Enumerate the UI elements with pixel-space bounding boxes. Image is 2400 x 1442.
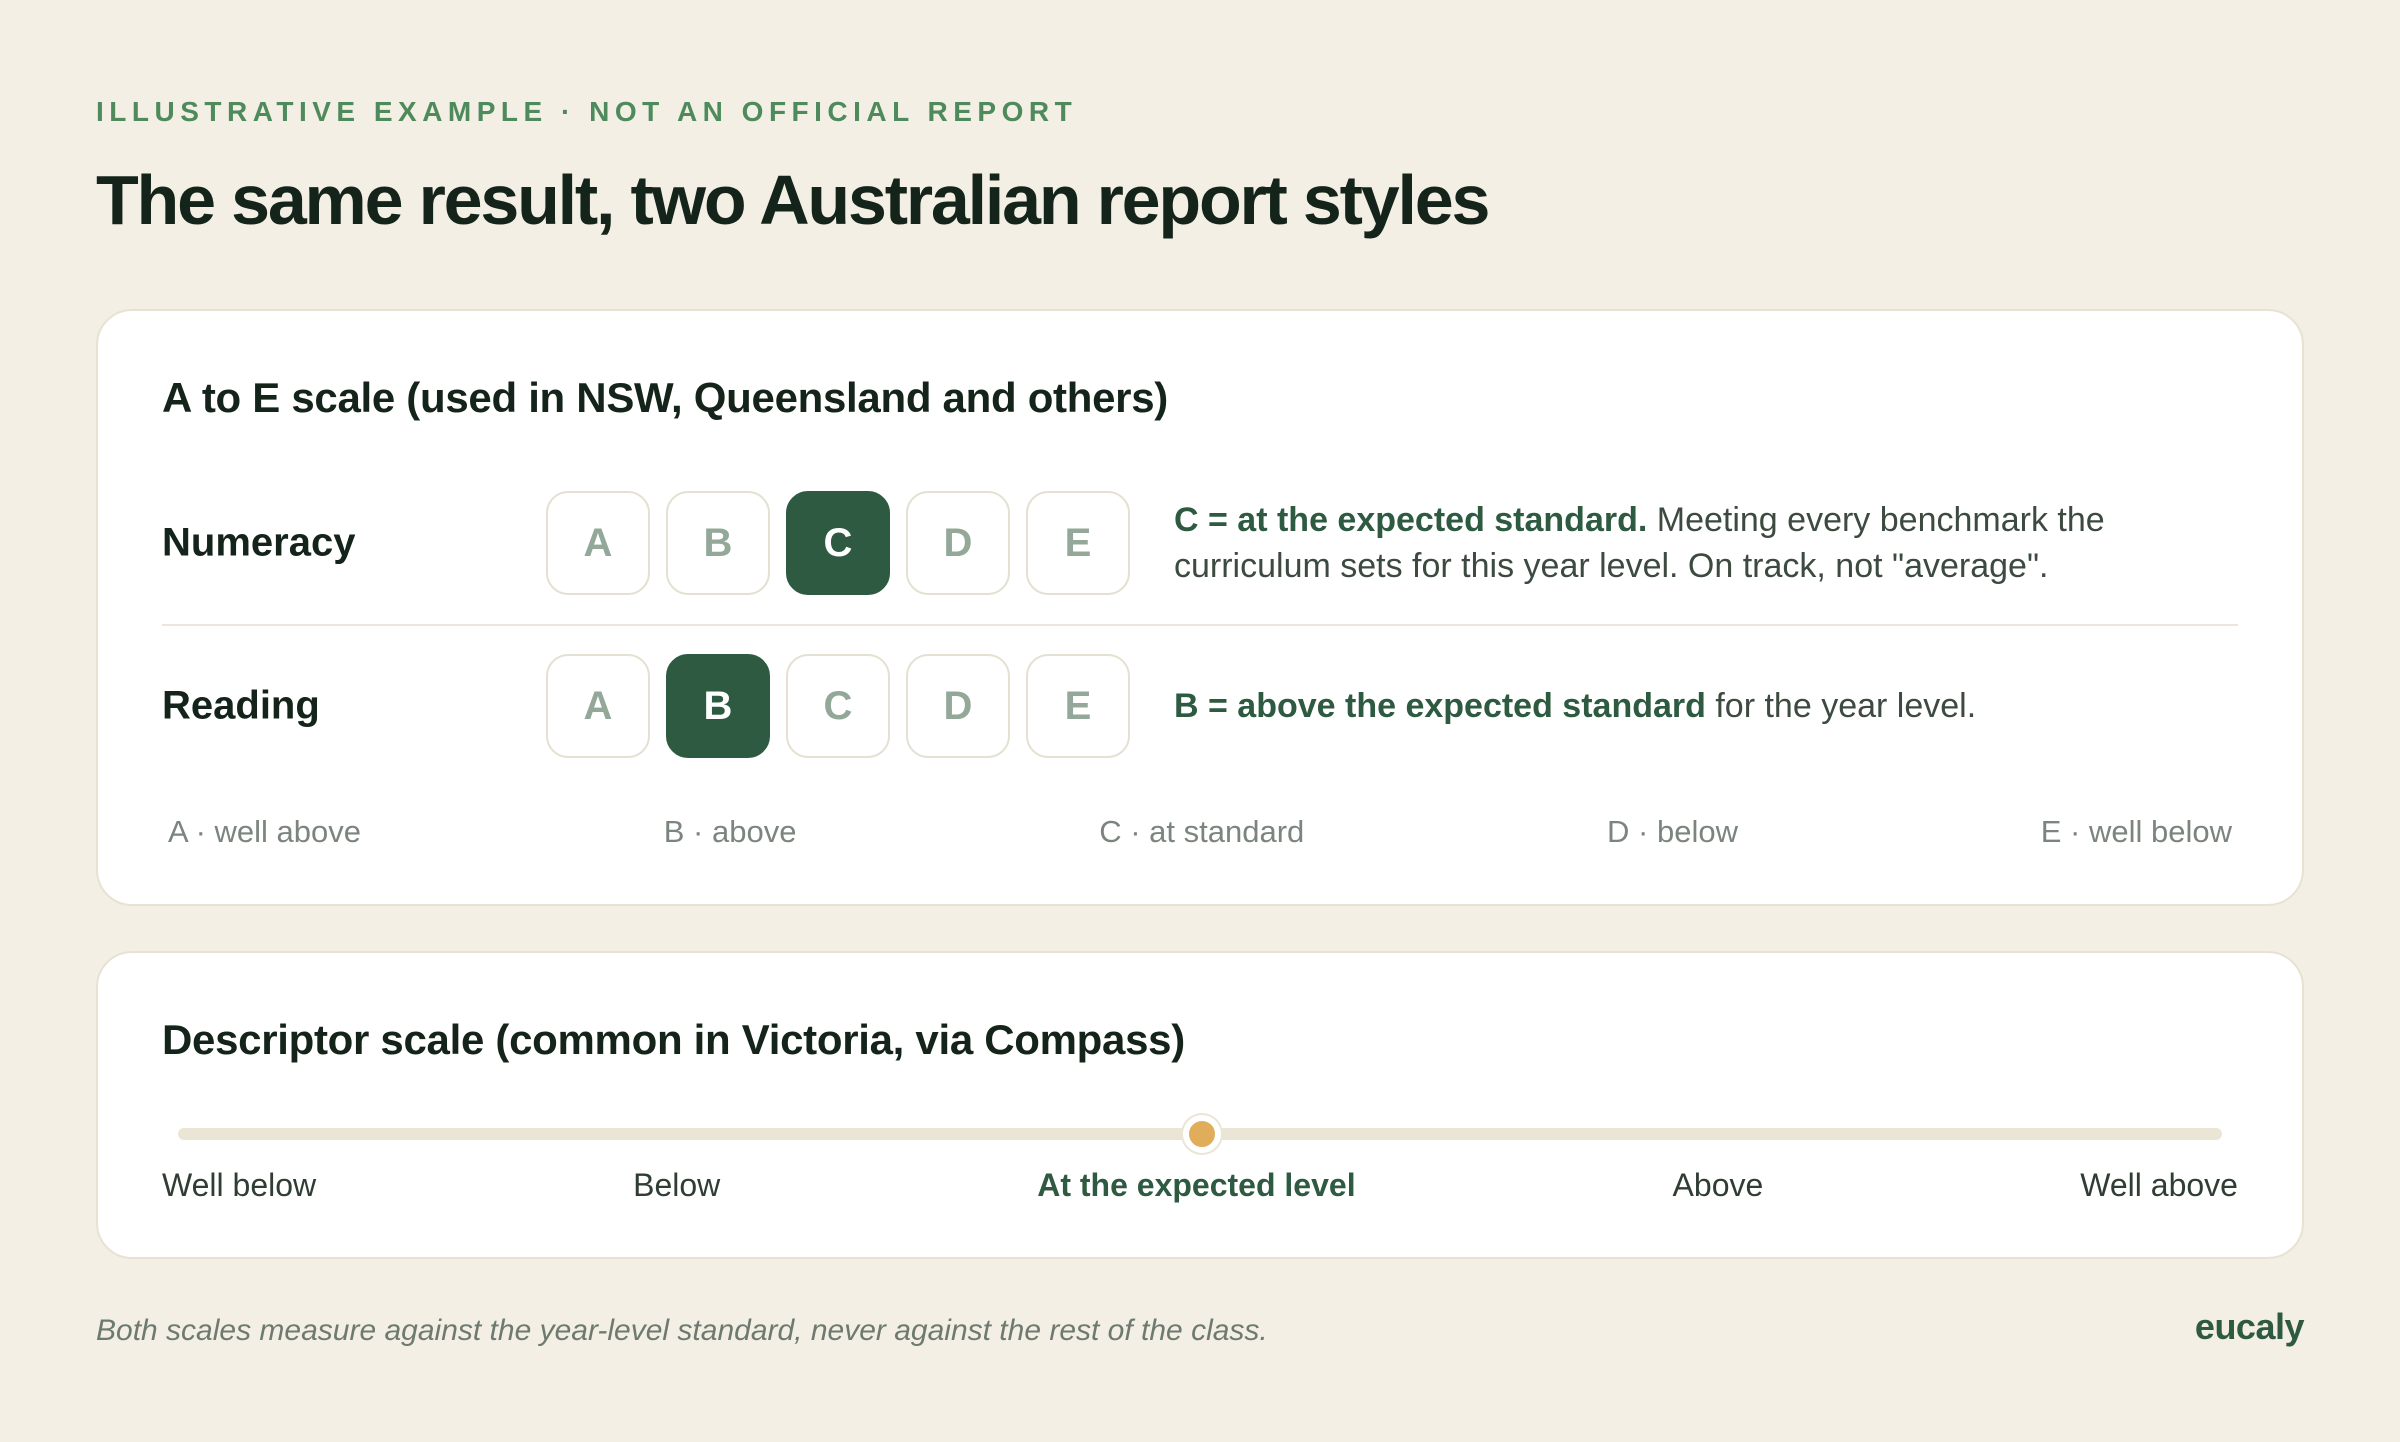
grade-box-c-selected: C — [786, 491, 890, 595]
grade-description: B = above the expected standard for the … — [1174, 683, 2234, 729]
grade-boxes: A B C D E — [546, 654, 1130, 758]
descriptor-level: Well below — [162, 1167, 317, 1203]
grade-key-item: B · above — [663, 814, 797, 849]
descriptor-labels: Well below Below At the expected level A… — [162, 1167, 2238, 1204]
grade-key: A · well above B · above C · at standard… — [162, 814, 2238, 850]
grade-key-item: E · well below — [2040, 814, 2232, 849]
grade-box-a: A — [546, 491, 650, 595]
grade-box-e: E — [1026, 654, 1130, 758]
grade-boxes: A B C D E — [546, 491, 1130, 595]
grade-description-strong: B = above the expected standard — [1174, 687, 1706, 725]
eyebrow-label: ILLUSTRATIVE EXAMPLE · NOT AN OFFICIAL R… — [96, 96, 1078, 127]
grade-box-c: C — [786, 654, 890, 758]
descriptor-scale-card: Descriptor scale (common in Victoria, vi… — [96, 951, 2304, 1259]
descriptor-level: Well above — [2080, 1167, 2238, 1203]
descriptor-level: Above — [1672, 1167, 1764, 1203]
grade-box-b: B — [666, 491, 770, 595]
ae-scale-card: A to E scale (used in NSW, Queensland an… — [96, 309, 2304, 906]
grade-row-numeracy: Numeracy A B C D E C = at the expected s… — [162, 491, 2238, 595]
row-label: Reading — [162, 683, 320, 728]
footnote: Both scales measure against the year-lev… — [96, 1314, 1268, 1347]
grade-description: C = at the expected standard. Meeting ev… — [1174, 497, 2234, 589]
grade-key-item: C · at standard — [1099, 814, 1305, 849]
descriptor-level-current: At the expected level — [1037, 1167, 1356, 1203]
row-label: Numeracy — [162, 520, 356, 565]
grade-box-b-selected: B — [666, 654, 770, 758]
grade-row-reading: Reading A B C D E B = above the expected… — [162, 654, 2238, 758]
grade-key-item: D · below — [1607, 814, 1738, 849]
grade-box-e: E — [1026, 491, 1130, 595]
grade-description-strong: C = at the expected standard. — [1174, 501, 1648, 539]
grade-key-item: A · well above — [168, 814, 361, 849]
ae-card-title: A to E scale (used in NSW, Queensland an… — [162, 374, 1168, 421]
descriptor-card-title: Descriptor scale (common in Victoria, vi… — [162, 1016, 1185, 1063]
row-divider — [162, 624, 2238, 626]
descriptor-marker — [1183, 1115, 1221, 1153]
grade-box-d: D — [906, 491, 1010, 595]
descriptor-level: Below — [633, 1167, 721, 1203]
grade-description-rest: for the year level. — [1705, 687, 1977, 725]
brand-logo: eucaly — [2194, 1306, 2305, 1347]
grade-box-a: A — [546, 654, 650, 758]
grade-box-d: D — [906, 654, 1010, 758]
page-title: The same result, two Australian report s… — [96, 161, 1490, 239]
